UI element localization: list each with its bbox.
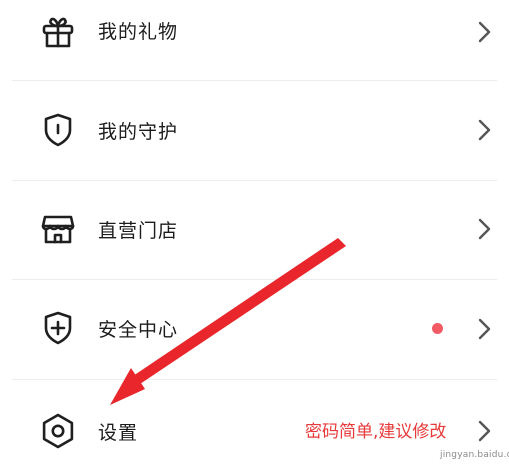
notification-dot <box>432 323 443 334</box>
menu-item-label: 直营门店 <box>98 220 179 242</box>
chevron-right-icon <box>472 215 496 243</box>
watermark-text: jingyan.baidu.com <box>440 450 509 460</box>
settings-menu: 我的礼物 我的守护 直营门店 安全中心 设置 <box>0 0 509 470</box>
watermark: jingyan.baidu.com <box>440 449 509 461</box>
chevron-right-icon <box>472 315 496 343</box>
menu-item-label: 设置 <box>98 422 139 444</box>
chevron-right-icon <box>472 116 496 144</box>
divider <box>12 379 497 380</box>
shield-plus-icon <box>38 308 78 348</box>
store-icon <box>38 209 78 249</box>
divider <box>12 279 497 280</box>
chevron-right-icon <box>472 417 496 445</box>
chevron-right-icon <box>472 18 496 46</box>
menu-item-security-center[interactable]: 安全中心 <box>0 288 509 368</box>
menu-item-my-gifts[interactable]: 我的礼物 <box>0 0 509 72</box>
menu-item-direct-stores[interactable]: 直营门店 <box>0 189 509 269</box>
menu-item-label: 我的守护 <box>98 121 179 143</box>
divider <box>12 80 497 81</box>
shield-icon <box>38 110 78 150</box>
menu-item-my-guardian[interactable]: 我的守护 <box>0 90 509 170</box>
menu-item-label: 我的礼物 <box>98 21 179 43</box>
divider <box>12 180 497 181</box>
gear-icon <box>38 411 78 451</box>
menu-item-label: 安全中心 <box>98 319 179 341</box>
gift-icon <box>38 12 78 52</box>
annotation-hint-text: 密码简单,建议修改 <box>305 422 447 442</box>
